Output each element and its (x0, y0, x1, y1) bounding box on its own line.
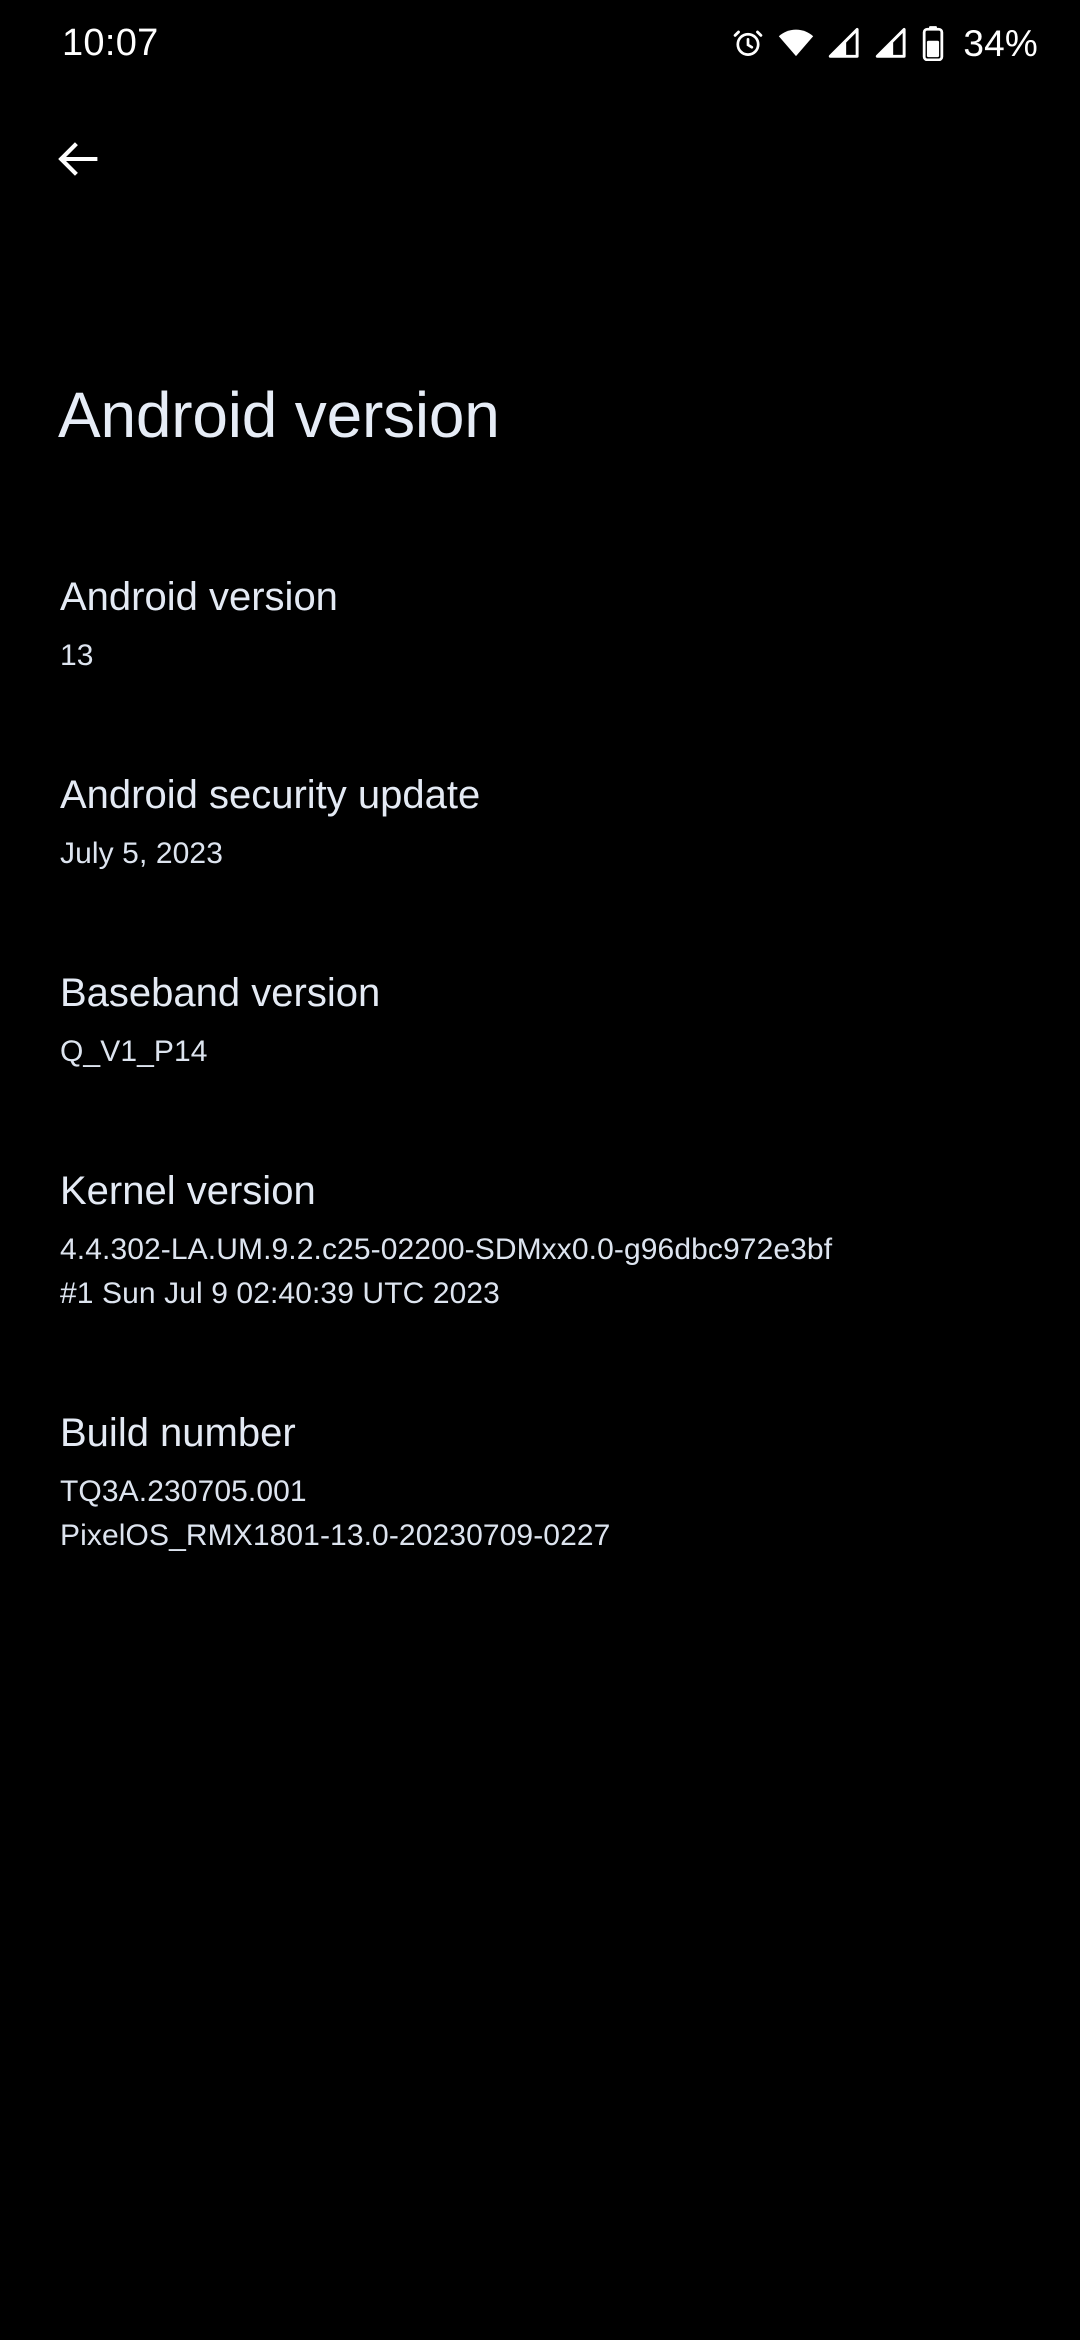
signal-sim1-icon (827, 26, 861, 60)
list-item-title: Build number (60, 1411, 296, 1455)
list-item-title: Baseband version (60, 971, 381, 1015)
list-item-value-line: 13 (60, 639, 94, 672)
info-list: Android version 13 Android security upda… (0, 572, 1080, 1558)
page-title: Android version (58, 379, 500, 451)
wifi-icon (778, 26, 814, 60)
list-item-title: Android version (60, 575, 338, 619)
status-bar-icons: 34% (731, 25, 1038, 62)
list-item-value-line: #1 Sun Jul 9 02:40:39 UTC 2023 (60, 1277, 500, 1310)
app-bar (0, 108, 1080, 208)
list-item-build-number[interactable]: Build number TQ3A.230705.001 PixelOS_RMX… (0, 1408, 1080, 1558)
list-item-title: Kernel version (60, 1169, 316, 1213)
list-item-kernel-version[interactable]: Kernel version 4.4.302-LA.UM.9.2.c25-022… (0, 1166, 1080, 1316)
list-item-title: Android security update (60, 773, 481, 817)
back-button[interactable] (33, 114, 123, 204)
list-item-value: 4.4.302-LA.UM.9.2.c25-02200-SDMxx0.0-g96… (60, 1228, 1020, 1316)
alarm-icon (731, 26, 765, 60)
battery-icon (921, 25, 945, 61)
list-item-value-line: TQ3A.230705.001 (60, 1475, 307, 1508)
status-bar: 10:07 34% (0, 0, 1080, 86)
list-item-value: 13 (60, 634, 1020, 678)
list-item-value-line: 4.4.302-LA.UM.9.2.c25-02200-SDMxx0.0-g96… (60, 1233, 833, 1266)
list-item-value-line: Q_V1_P14 (60, 1035, 208, 1068)
battery-percentage-label: 34% (963, 22, 1038, 64)
android-settings-screen: 10:07 34% Android version Android versio… (0, 0, 1080, 2340)
arrow-back-icon (52, 133, 104, 185)
list-item-value: TQ3A.230705.001 PixelOS_RMX1801-13.0-202… (60, 1470, 1020, 1558)
list-item-android-version[interactable]: Android version 13 (0, 572, 1080, 678)
list-item-value-line: PixelOS_RMX1801-13.0-20230709-0227 (60, 1519, 611, 1552)
status-bar-clock: 10:07 (62, 22, 159, 64)
list-item-value-line: July 5, 2023 (60, 837, 223, 870)
list-item-value: Q_V1_P14 (60, 1030, 1020, 1074)
list-item-value: July 5, 2023 (60, 832, 1020, 876)
signal-sim2-icon (874, 26, 908, 60)
list-item-baseband-version[interactable]: Baseband version Q_V1_P14 (0, 968, 1080, 1074)
list-item-android-security-update[interactable]: Android security update July 5, 2023 (0, 770, 1080, 876)
